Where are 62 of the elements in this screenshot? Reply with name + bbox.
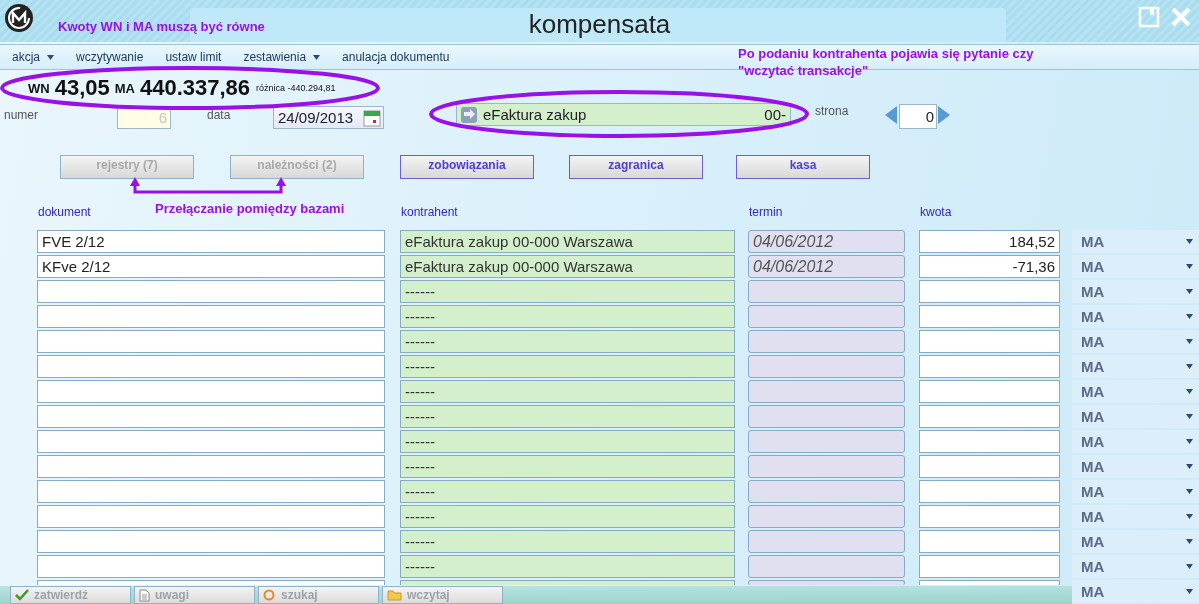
source-button[interactable]: zobowiązania bbox=[400, 155, 534, 179]
side-dropdown[interactable]: MA bbox=[1072, 405, 1199, 428]
side-dropdown[interactable]: MA bbox=[1072, 230, 1199, 253]
due-date-field[interactable]: 04/06/2012 bbox=[748, 255, 905, 278]
menu-item[interactable]: wczytywanie bbox=[76, 50, 144, 64]
contractor-field[interactable]: eFaktura zakup 00-000 Warszawa bbox=[400, 255, 735, 278]
document-field[interactable]: KFve 2/12 bbox=[37, 255, 385, 278]
side-dropdown[interactable]: MA bbox=[1072, 305, 1199, 328]
contractor-field[interactable]: ------ bbox=[400, 405, 735, 428]
side-dropdown[interactable]: MA bbox=[1072, 280, 1199, 303]
annotation-note: Przełączanie pomiędzy bazami bbox=[155, 201, 345, 216]
menu-item[interactable]: zestawienia bbox=[243, 50, 307, 64]
contractor-field[interactable]: eFaktura zakup 00-000 Warszawa bbox=[400, 230, 735, 253]
side-dropdown[interactable]: MA bbox=[1072, 505, 1199, 528]
side-dropdown[interactable]: MA bbox=[1072, 430, 1199, 453]
contractor-field[interactable]: ------ bbox=[400, 280, 735, 303]
due-date-field[interactable]: 04/06/2012 bbox=[748, 230, 905, 253]
contractor-field[interactable]: eFaktura zakup 00- bbox=[456, 103, 791, 126]
contractor-field[interactable]: ------ bbox=[400, 330, 735, 353]
field-label: data bbox=[207, 108, 231, 122]
contractor-field[interactable]: ------ bbox=[400, 480, 735, 503]
source-button[interactable]: kasa bbox=[736, 155, 870, 179]
side-dropdown[interactable]: MA bbox=[1072, 330, 1199, 353]
contractor-field[interactable]: ------ bbox=[400, 355, 735, 378]
contractor-field[interactable]: ------ bbox=[400, 555, 735, 578]
side-dropdown[interactable]: MA bbox=[1072, 480, 1199, 503]
date-field[interactable]: 24/09/2013 bbox=[273, 106, 384, 129]
amount-field[interactable]: -71,36 bbox=[919, 255, 1060, 278]
side-dropdown[interactable]: MA bbox=[1072, 455, 1199, 478]
contractor-field[interactable]: ------ bbox=[400, 380, 735, 403]
page-field[interactable]: 0 bbox=[899, 104, 937, 129]
side-dropdown[interactable]: MA bbox=[1072, 530, 1199, 553]
annotation-note: Kwoty WN i MA muszą być równe bbox=[58, 19, 265, 34]
menu-item[interactable]: akcja bbox=[12, 50, 40, 64]
field-label: strona bbox=[815, 104, 849, 118]
contractor-field[interactable]: ------ bbox=[400, 530, 735, 553]
amount-value: 440.337,86 bbox=[139, 75, 251, 101]
side-dropdown[interactable]: MA bbox=[1072, 580, 1199, 603]
contractor-field[interactable]: ------ bbox=[400, 305, 735, 328]
menu-item[interactable]: ustaw limit bbox=[165, 50, 222, 64]
column-header: termin bbox=[749, 205, 783, 221]
contractor-field[interactable]: ------ bbox=[400, 430, 735, 453]
column-header: dokument bbox=[38, 205, 91, 221]
amount-value: 43,05 bbox=[54, 75, 110, 101]
annotation-note: Po podaniu kontrahenta pojawia się pytanie czy "wczytać transakcje" bbox=[738, 45, 1035, 79]
label: WN bbox=[28, 80, 50, 96]
contractor-field[interactable]: ------ bbox=[400, 505, 735, 528]
difference-text: różnica -440.294,81 bbox=[256, 83, 336, 93]
menu-item[interactable]: anulacja dokumentu bbox=[342, 50, 450, 64]
field-label: numer bbox=[4, 108, 38, 122]
label: MA bbox=[114, 80, 135, 96]
contractor-field[interactable]: ------ bbox=[400, 455, 735, 478]
side-dropdown[interactable]: MA bbox=[1072, 380, 1199, 403]
amount-field[interactable]: 184,52 bbox=[919, 230, 1060, 253]
source-button[interactable]: zagranica bbox=[569, 155, 703, 179]
side-dropdown[interactable]: MA bbox=[1072, 555, 1199, 578]
column-header: kwota bbox=[920, 205, 952, 221]
side-dropdown[interactable]: MA bbox=[1072, 255, 1199, 278]
column-header: kontrahent bbox=[401, 205, 458, 221]
side-dropdown[interactable]: MA bbox=[1072, 355, 1199, 378]
window-title: kompensata bbox=[528, 9, 671, 39]
document-field[interactable]: FVE 2/12 bbox=[37, 230, 385, 253]
